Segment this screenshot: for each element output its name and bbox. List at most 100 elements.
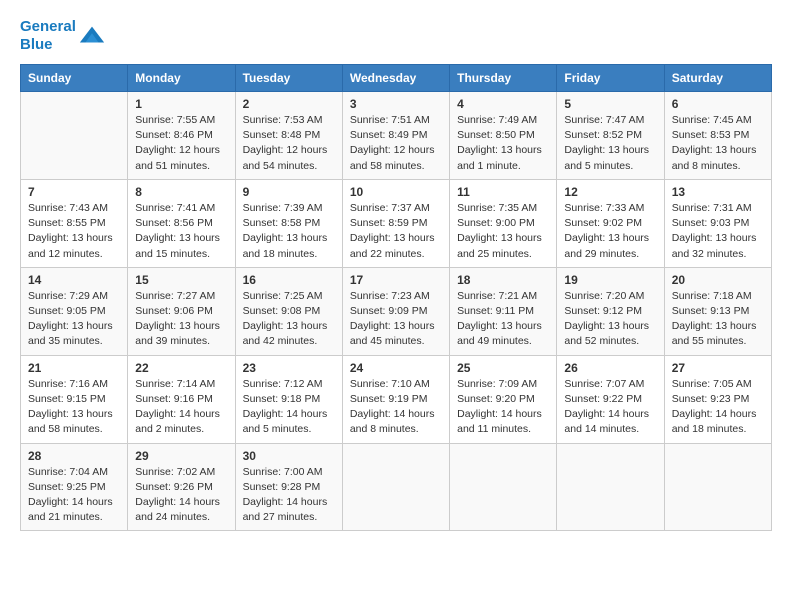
day-cell: 18 Sunrise: 7:21 AMSunset: 9:11 PMDayligh… xyxy=(450,267,557,355)
day-info: Sunrise: 7:47 AMSunset: 8:52 PMDaylight:… xyxy=(564,113,656,174)
day-info: Sunrise: 7:45 AMSunset: 8:53 PMDaylight:… xyxy=(672,113,764,174)
day-cell: 4 Sunrise: 7:49 AMSunset: 8:50 PMDaylight… xyxy=(450,92,557,180)
day-number: 12 xyxy=(564,185,656,199)
day-info: Sunrise: 7:12 AMSunset: 9:18 PMDaylight:… xyxy=(243,377,335,438)
day-info: Sunrise: 7:33 AMSunset: 9:02 PMDaylight:… xyxy=(564,201,656,262)
day-cell: 1 Sunrise: 7:55 AMSunset: 8:46 PMDaylight… xyxy=(128,92,235,180)
day-number: 9 xyxy=(243,185,335,199)
day-number: 2 xyxy=(243,97,335,111)
day-cell xyxy=(557,443,664,531)
calendar-table: SundayMondayTuesdayWednesdayThursdayFrid… xyxy=(20,64,772,531)
day-cell: 20 Sunrise: 7:18 AMSunset: 9:13 PMDayligh… xyxy=(664,267,771,355)
header-row: SundayMondayTuesdayWednesdayThursdayFrid… xyxy=(21,65,772,92)
day-cell: 8Sunrise: 7:41 AMSunset: 8:56 PMDaylight… xyxy=(128,179,235,267)
day-info: Sunrise: 7:02 AMSunset: 9:26 PMDaylight:… xyxy=(135,465,227,526)
day-number: 1 xyxy=(135,97,227,111)
week-row-2: 7 Sunrise: 7:43 AMSunset: 8:55 PMDaylight… xyxy=(21,179,772,267)
day-number: 13 xyxy=(672,185,764,199)
day-cell: 13 Sunrise: 7:31 AMSunset: 9:03 PMDayligh… xyxy=(664,179,771,267)
day-cell: 25Sunrise: 7:09 AMSunset: 9:20 PMDayligh… xyxy=(450,355,557,443)
col-header-monday: Monday xyxy=(128,65,235,92)
day-number: 4 xyxy=(457,97,549,111)
day-number: 3 xyxy=(350,97,442,111)
day-number: 11 xyxy=(457,185,549,199)
day-number: 15 xyxy=(135,273,227,287)
day-cell: 14 Sunrise: 7:29 AMSunset: 9:05 PMDayligh… xyxy=(21,267,128,355)
day-number: 27 xyxy=(672,361,764,375)
day-info: Sunrise: 7:07 AMSunset: 9:22 PMDaylight:… xyxy=(564,377,656,438)
day-cell: 26Sunrise: 7:07 AMSunset: 9:22 PMDayligh… xyxy=(557,355,664,443)
day-number: 25 xyxy=(457,361,549,375)
header: General Blue xyxy=(20,18,772,54)
day-number: 29 xyxy=(135,449,227,463)
day-cell xyxy=(21,92,128,180)
day-number: 7 xyxy=(28,185,120,199)
day-info: Sunrise: 7:35 AMSunset: 9:00 PMDaylight:… xyxy=(457,201,549,262)
day-cell: 7 Sunrise: 7:43 AMSunset: 8:55 PMDaylight… xyxy=(21,179,128,267)
day-cell: 23Sunrise: 7:12 AMSunset: 9:18 PMDayligh… xyxy=(235,355,342,443)
day-info: Sunrise: 7:14 AMSunset: 9:16 PMDaylight:… xyxy=(135,377,227,438)
col-header-saturday: Saturday xyxy=(664,65,771,92)
day-cell: 11 Sunrise: 7:35 AMSunset: 9:00 PMDayligh… xyxy=(450,179,557,267)
day-info: Sunrise: 7:25 AMSunset: 9:08 PMDaylight:… xyxy=(243,289,335,350)
day-cell: 12 Sunrise: 7:33 AMSunset: 9:02 PMDayligh… xyxy=(557,179,664,267)
day-cell: 6Sunrise: 7:45 AMSunset: 8:53 PMDaylight… xyxy=(664,92,771,180)
day-cell xyxy=(342,443,449,531)
day-cell: 22Sunrise: 7:14 AMSunset: 9:16 PMDayligh… xyxy=(128,355,235,443)
day-info: Sunrise: 7:53 AMSunset: 8:48 PMDaylight:… xyxy=(243,113,335,174)
day-number: 5 xyxy=(564,97,656,111)
day-info: Sunrise: 7:16 AMSunset: 9:15 PMDaylight:… xyxy=(28,377,120,438)
page: General Blue SundayMondayTuesdayWednesda… xyxy=(0,0,792,612)
day-info: Sunrise: 7:20 AMSunset: 9:12 PMDaylight:… xyxy=(564,289,656,350)
day-cell: 3 Sunrise: 7:51 AMSunset: 8:49 PMDaylight… xyxy=(342,92,449,180)
day-cell: 15 Sunrise: 7:27 AMSunset: 9:06 PMDayligh… xyxy=(128,267,235,355)
day-number: 19 xyxy=(564,273,656,287)
day-cell: 9 Sunrise: 7:39 AMSunset: 8:58 PMDaylight… xyxy=(235,179,342,267)
day-info: Sunrise: 7:27 AMSunset: 9:06 PMDaylight:… xyxy=(135,289,227,350)
day-info: Sunrise: 7:00 AMSunset: 9:28 PMDaylight:… xyxy=(243,465,335,526)
day-cell: 5 Sunrise: 7:47 AMSunset: 8:52 PMDaylight… xyxy=(557,92,664,180)
day-cell: 19 Sunrise: 7:20 AMSunset: 9:12 PMDayligh… xyxy=(557,267,664,355)
col-header-tuesday: Tuesday xyxy=(235,65,342,92)
day-cell: 10 Sunrise: 7:37 AMSunset: 8:59 PMDayligh… xyxy=(342,179,449,267)
week-row-3: 14 Sunrise: 7:29 AMSunset: 9:05 PMDayligh… xyxy=(21,267,772,355)
day-info: Sunrise: 7:55 AMSunset: 8:46 PMDaylight:… xyxy=(135,113,227,174)
day-cell xyxy=(664,443,771,531)
day-number: 14 xyxy=(28,273,120,287)
day-number: 28 xyxy=(28,449,120,463)
day-info: Sunrise: 7:43 AMSunset: 8:55 PMDaylight:… xyxy=(28,201,120,262)
day-info: Sunrise: 7:29 AMSunset: 9:05 PMDaylight:… xyxy=(28,289,120,350)
logo: General Blue xyxy=(20,18,106,54)
day-info: Sunrise: 7:05 AMSunset: 9:23 PMDaylight:… xyxy=(672,377,764,438)
day-info: Sunrise: 7:10 AMSunset: 9:19 PMDaylight:… xyxy=(350,377,442,438)
day-info: Sunrise: 7:49 AMSunset: 8:50 PMDaylight:… xyxy=(457,113,549,174)
day-number: 10 xyxy=(350,185,442,199)
day-info: Sunrise: 7:31 AMSunset: 9:03 PMDaylight:… xyxy=(672,201,764,262)
day-number: 24 xyxy=(350,361,442,375)
week-row-4: 21 Sunrise: 7:16 AMSunset: 9:15 PMDayligh… xyxy=(21,355,772,443)
day-number: 20 xyxy=(672,273,764,287)
day-cell: 30Sunrise: 7:00 AMSunset: 9:28 PMDayligh… xyxy=(235,443,342,531)
col-header-sunday: Sunday xyxy=(21,65,128,92)
day-info: Sunrise: 7:51 AMSunset: 8:49 PMDaylight:… xyxy=(350,113,442,174)
col-header-friday: Friday xyxy=(557,65,664,92)
day-info: Sunrise: 7:23 AMSunset: 9:09 PMDaylight:… xyxy=(350,289,442,350)
day-cell: 28 Sunrise: 7:04 AMSunset: 9:25 PMDayligh… xyxy=(21,443,128,531)
day-info: Sunrise: 7:18 AMSunset: 9:13 PMDaylight:… xyxy=(672,289,764,350)
day-number: 16 xyxy=(243,273,335,287)
logo-icon xyxy=(78,22,106,50)
day-info: Sunrise: 7:37 AMSunset: 8:59 PMDaylight:… xyxy=(350,201,442,262)
day-cell: 29 Sunrise: 7:02 AMSunset: 9:26 PMDayligh… xyxy=(128,443,235,531)
day-number: 18 xyxy=(457,273,549,287)
day-info: Sunrise: 7:04 AMSunset: 9:25 PMDaylight:… xyxy=(28,465,120,526)
day-cell: 2 Sunrise: 7:53 AMSunset: 8:48 PMDaylight… xyxy=(235,92,342,180)
week-row-5: 28 Sunrise: 7:04 AMSunset: 9:25 PMDayligh… xyxy=(21,443,772,531)
day-cell: 27 Sunrise: 7:05 AMSunset: 9:23 PMDayligh… xyxy=(664,355,771,443)
logo-text: General Blue xyxy=(20,18,76,54)
day-info: Sunrise: 7:21 AMSunset: 9:11 PMDaylight:… xyxy=(457,289,549,350)
day-cell: 17Sunrise: 7:23 AMSunset: 9:09 PMDayligh… xyxy=(342,267,449,355)
col-header-thursday: Thursday xyxy=(450,65,557,92)
day-number: 8 xyxy=(135,185,227,199)
day-info: Sunrise: 7:39 AMSunset: 8:58 PMDaylight:… xyxy=(243,201,335,262)
day-number: 21 xyxy=(28,361,120,375)
